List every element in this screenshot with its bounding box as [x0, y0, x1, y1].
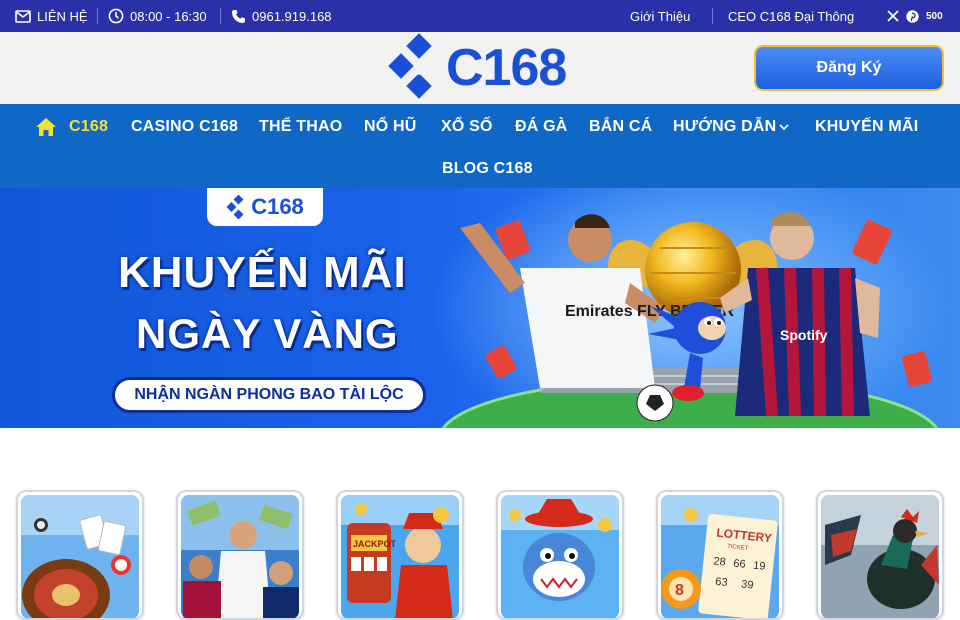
cockfight-rooster-image	[821, 495, 939, 618]
site-logo[interactable]: C168	[386, 32, 567, 104]
banner-subtitle: NHẬN NGÀN PHONG BAO TÀI LỘC	[112, 377, 426, 413]
500px-icon[interactable]: 500	[926, 0, 943, 32]
logo-diamonds-icon	[226, 195, 244, 219]
lottery-number: 39	[741, 578, 754, 591]
phone-number: 0961.919.168	[252, 8, 332, 24]
sports-card[interactable]	[176, 490, 304, 620]
casino-card[interactable]	[16, 490, 144, 620]
x-icon[interactable]	[887, 0, 899, 32]
sports-players-image	[181, 495, 299, 618]
slots-jackpot-image: JACKPOT	[341, 495, 459, 618]
jersey-sponsor-right: Spotify	[780, 327, 828, 343]
nav-item-lottery[interactable]: XỔ SỐ	[441, 106, 493, 148]
nav-item-cockfight[interactable]: ĐÁ GÀ	[515, 106, 568, 148]
hours-text: 08:00 - 16:30	[130, 8, 207, 24]
divider	[220, 8, 221, 24]
lottery-number: 28	[713, 555, 726, 568]
nav-item-slots[interactable]: NỔ HŨ	[364, 106, 417, 148]
divider	[712, 8, 713, 24]
pinterest-icon[interactable]	[906, 0, 919, 32]
nav-item-promotions[interactable]: KHUYẾN MÃI	[815, 106, 918, 148]
banner-logo-text: C168	[251, 194, 304, 219]
nav-item-casino[interactable]: CASINO C168	[131, 106, 238, 148]
casino-roulette-image	[21, 495, 139, 618]
ceo-link[interactable]: CEO C168 Đại Thông	[728, 0, 854, 32]
nav-item-guide[interactable]: HƯỚNG DẪN	[673, 106, 789, 148]
500px-label: 500	[926, 10, 943, 22]
fishing-card[interactable]	[496, 490, 624, 620]
lottery-ticket-image: LOTTERY TICKET 28 66 19 63 39 8	[661, 495, 779, 618]
lottery-number: 63	[715, 576, 728, 589]
promo-banner[interactable]: Emirates FLY BETTER Spotify C168 KHUYẾN …	[0, 188, 960, 428]
banner-title-line2: NGÀY VÀNG	[136, 310, 399, 357]
ceo-link-label: CEO C168 Đại Thông	[728, 8, 855, 24]
working-hours: 08:00 - 16:30	[108, 0, 207, 32]
phone-link[interactable]: 0961.919.168	[231, 0, 332, 32]
fishing-shark-image	[501, 495, 619, 618]
about-link[interactable]: Giới Thiệu	[630, 0, 690, 32]
logo-diamonds-icon	[388, 33, 432, 99]
clock-icon	[108, 8, 124, 24]
site-header: C168 Đăng Ký	[0, 32, 960, 104]
logo-text: C168	[446, 39, 567, 97]
home-icon[interactable]	[35, 106, 57, 148]
cockfight-card[interactable]	[816, 490, 944, 620]
nav-item-c168[interactable]: C168	[69, 106, 108, 148]
lottery-number: 66	[733, 558, 746, 571]
banner-title-line1: KHUYẾN MÃI	[118, 248, 407, 297]
mail-icon	[15, 9, 31, 23]
contact-link[interactable]: LIÊN HỆ	[15, 0, 88, 32]
contact-label: LIÊN HỆ	[37, 8, 88, 24]
lottery-card[interactable]: LOTTERY TICKET 28 66 19 63 39 8	[656, 490, 784, 620]
nav-item-sports[interactable]: THỂ THAO	[259, 106, 342, 148]
nav-item-blog[interactable]: BLOG C168	[442, 148, 533, 190]
about-link-label: Giới Thiệu	[630, 8, 691, 24]
nav-item-fishing[interactable]: BẮN CÁ	[589, 106, 652, 148]
svg-text:JACKPOT: JACKPOT	[353, 539, 397, 549]
lottery-ball-number: 8	[675, 582, 684, 599]
register-button[interactable]: Đăng Ký	[754, 45, 944, 91]
banner-logo: C168	[207, 188, 323, 226]
phone-icon	[231, 9, 246, 24]
lottery-number: 19	[753, 560, 766, 573]
nav-item-guide-label: HƯỚNG DẪN	[673, 118, 777, 135]
main-navigation: C168 CASINO C168 THỂ THAO NỔ HŨ XỔ SỐ ĐÁ…	[0, 104, 960, 188]
chevron-down-icon	[779, 118, 789, 136]
divider	[97, 8, 98, 24]
top-bar: LIÊN HỆ 08:00 - 16:30 0961.919.168 Giới …	[0, 0, 960, 32]
slots-card[interactable]: JACKPOT	[336, 490, 464, 620]
